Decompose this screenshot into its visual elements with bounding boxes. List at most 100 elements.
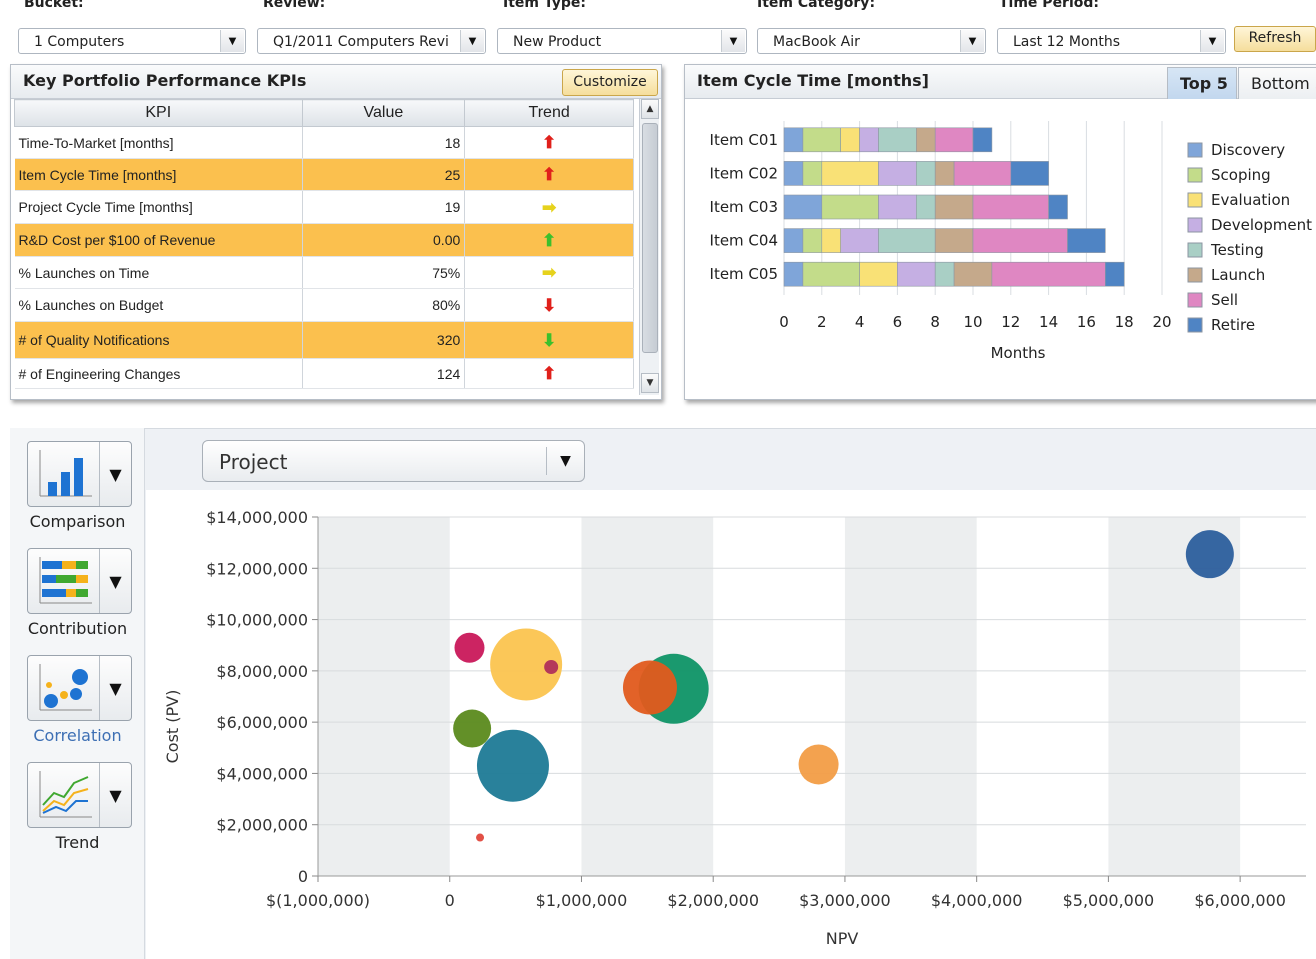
bar-segment[interactable] — [953, 261, 993, 287]
trend-column-header[interactable]: Trend — [464, 99, 634, 127]
bar-segment[interactable] — [1104, 261, 1125, 287]
bar-segment[interactable] — [840, 127, 860, 153]
bubble-point[interactable] — [798, 744, 839, 785]
chevron-down-icon[interactable]: ▼ — [99, 442, 131, 506]
kpi-panel-title: Key Portfolio Performance KPIs — [23, 71, 307, 90]
bar-segment[interactable] — [991, 261, 1106, 287]
bar-segment[interactable] — [878, 228, 936, 253]
bubble-point[interactable] — [544, 660, 559, 675]
scroll-down-icon[interactable]: ▼ — [641, 373, 659, 393]
chevron-down-icon[interactable]: ▼ — [1200, 30, 1224, 52]
table-row[interactable]: Item Cycle Time [months] 25 ⬆ — [14, 158, 634, 191]
correlation-button[interactable]: ▼ — [27, 655, 132, 721]
review-select[interactable]: Q1/2011 Computers Revi ▼ — [257, 28, 486, 54]
bar-segment[interactable] — [934, 261, 955, 287]
kpi-scrollbar[interactable]: ▲ ▼ — [639, 99, 659, 395]
bar-segment[interactable] — [859, 261, 898, 287]
bar-segment[interactable] — [878, 161, 917, 186]
table-row[interactable]: Time-To-Market [months] 18 ⬆ — [14, 126, 634, 159]
tab-bottom-5[interactable]: Bottom 5 — [1238, 67, 1316, 99]
project-select[interactable]: Project ▼ — [202, 440, 585, 482]
line-chart-icon — [39, 771, 92, 818]
category-label: Item C04 — [710, 232, 778, 250]
bar-segment[interactable] — [783, 194, 823, 220]
comparison-label[interactable]: Comparison — [10, 512, 145, 531]
bar-segment[interactable] — [821, 228, 842, 253]
bar-segment[interactable] — [1067, 228, 1106, 253]
item-category-select[interactable]: MacBook Air ▼ — [757, 28, 986, 54]
contribution-label[interactable]: Contribution — [10, 619, 145, 638]
bar-segment[interactable] — [916, 194, 936, 220]
bucket-select[interactable]: 1 Computers ▼ — [18, 28, 246, 54]
bubble-chart-icon — [39, 664, 92, 711]
item-type-select[interactable]: New Product ▼ — [497, 28, 747, 54]
table-row[interactable]: % Launches on Budget 80% ⬇ — [14, 288, 634, 322]
bar-segment[interactable] — [802, 161, 823, 186]
bar-segment[interactable] — [878, 194, 917, 220]
x-tick-label: $6,000,000 — [1194, 891, 1286, 910]
comparison-button[interactable]: ▼ — [27, 441, 132, 507]
bar-segment[interactable] — [972, 127, 993, 153]
correlation-label[interactable]: Correlation — [10, 726, 145, 745]
chevron-down-icon[interactable]: ▼ — [960, 30, 984, 52]
table-row[interactable]: R&D Cost per $100 of Revenue 0.00 ⬆ — [14, 223, 634, 257]
bar-segment[interactable] — [783, 161, 804, 186]
bar-segment[interactable] — [783, 261, 804, 287]
scrollbar-thumb[interactable] — [642, 123, 658, 353]
bar-segment[interactable] — [859, 127, 879, 153]
bar-segment[interactable] — [1048, 194, 1068, 220]
chevron-down-icon[interactable]: ▼ — [546, 447, 584, 475]
tab-top-5[interactable]: Top 5 — [1167, 67, 1237, 99]
bar-segment[interactable] — [821, 161, 879, 186]
kpi-column-header[interactable]: KPI — [14, 99, 303, 127]
bar-segment[interactable] — [953, 161, 1012, 186]
table-row[interactable]: # of Engineering Changes 124 ⬆ — [14, 358, 634, 389]
bubble-point[interactable] — [476, 833, 485, 842]
cycle-time-chart: 0 2 4 6 8 10 12 14 16 18 20 Item C01 Item C02 Item C0… — [710, 121, 1312, 362]
value-column-header[interactable]: Value — [301, 99, 466, 127]
bar-segment[interactable] — [783, 127, 804, 153]
bar-segment[interactable] — [934, 228, 974, 253]
legend-entry: Retire — [1211, 316, 1255, 334]
bubble-point[interactable] — [453, 709, 492, 748]
bubble-point[interactable] — [454, 632, 485, 663]
bar-segment[interactable] — [802, 228, 823, 253]
bar-segment[interactable] — [972, 228, 1068, 253]
bar-segment[interactable] — [934, 194, 974, 220]
bar-segment[interactable] — [878, 127, 917, 153]
chart-type-nav: ▼ Comparison ▼ Contribution ▼ Correlatio… — [10, 428, 145, 959]
bar-segment[interactable] — [1010, 161, 1049, 186]
bar-segment[interactable] — [916, 127, 936, 153]
customize-button[interactable]: Customize — [562, 69, 658, 96]
chevron-down-icon[interactable]: ▼ — [99, 549, 131, 613]
trend-label[interactable]: Trend — [10, 833, 145, 852]
bar-segment[interactable] — [802, 127, 842, 153]
bubble-point[interactable] — [1185, 530, 1234, 579]
trend-button[interactable]: ▼ — [27, 762, 132, 828]
bar-segment[interactable] — [840, 228, 879, 253]
bubble-point[interactable] — [476, 729, 549, 802]
scroll-up-icon[interactable]: ▲ — [641, 99, 659, 119]
table-row[interactable]: # of Quality Notifications 320 ⬇ — [14, 321, 634, 359]
contribution-button[interactable]: ▼ — [27, 548, 132, 614]
bar-segment[interactable] — [897, 261, 936, 287]
time-period-select[interactable]: Last 12 Months ▼ — [997, 28, 1226, 54]
bar-segment[interactable] — [934, 161, 955, 186]
bar-segment[interactable] — [934, 127, 974, 153]
chevron-down-icon[interactable]: ▼ — [99, 763, 131, 827]
chevron-down-icon[interactable]: ▼ — [99, 656, 131, 720]
bubble-point[interactable] — [622, 660, 677, 715]
table-row[interactable]: Project Cycle Time [months] 19 ➡ — [14, 190, 634, 224]
refresh-button[interactable]: Refresh — [1234, 26, 1316, 52]
chevron-down-icon[interactable]: ▼ — [220, 30, 244, 52]
bar-segment[interactable] — [916, 161, 936, 186]
bar-segment[interactable] — [783, 228, 804, 253]
bar-segment[interactable] — [972, 194, 1049, 220]
bar-segment[interactable] — [802, 261, 860, 287]
chevron-down-icon[interactable]: ▼ — [721, 30, 745, 52]
bar-segment[interactable] — [821, 194, 879, 220]
chevron-down-icon[interactable]: ▼ — [460, 30, 484, 52]
arrow-up-red-icon: ⬆ — [542, 165, 557, 184]
table-row[interactable]: % Launches on Time 75% ➡ — [14, 256, 634, 289]
stacked-bar-icon — [39, 557, 92, 604]
